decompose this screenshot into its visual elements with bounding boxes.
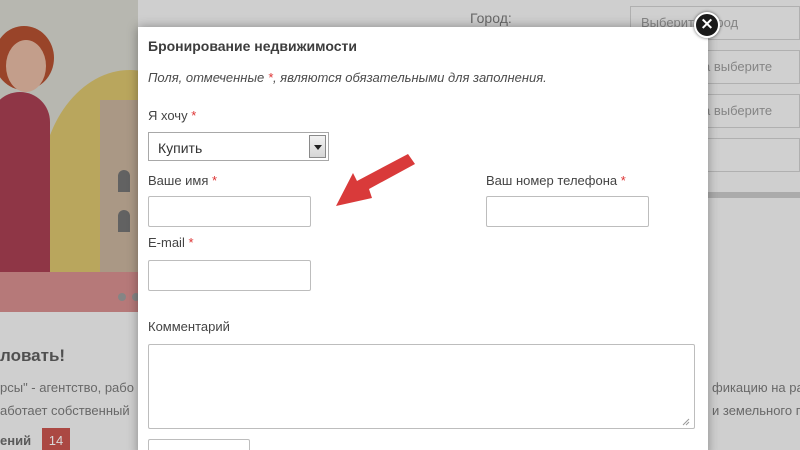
want-select-value: Купить: [158, 140, 203, 156]
required-star: *: [620, 173, 626, 188]
email-label: E-mail *: [148, 235, 194, 250]
email-label-text: E-mail: [148, 235, 185, 250]
email-input[interactable]: [148, 260, 311, 291]
resize-grip-icon[interactable]: [682, 418, 690, 426]
required-note-text: , являются обязательными для заполнения.: [272, 70, 547, 85]
close-icon[interactable]: ×: [694, 12, 720, 38]
phone-input[interactable]: [486, 196, 649, 227]
submit-button[interactable]: [148, 439, 250, 450]
pointer-arrow-icon: [336, 154, 415, 206]
phone-label: Ваш номер телефона *: [486, 173, 626, 188]
required-star: *: [212, 173, 218, 188]
phone-label-text: Ваш номер телефона: [486, 173, 618, 188]
want-label: Я хочу *: [148, 108, 196, 123]
want-label-text: Я хочу: [148, 108, 188, 123]
booking-modal: Бронирование недвижимости Поля, отмеченн…: [138, 27, 708, 450]
comment-label: Комментарий: [148, 319, 230, 334]
comment-textarea[interactable]: [148, 344, 695, 429]
name-label: Ваше имя *: [148, 173, 217, 188]
name-input[interactable]: [148, 196, 311, 227]
modal-title: Бронирование недвижимости: [148, 38, 357, 54]
want-select[interactable]: Купить: [148, 132, 329, 161]
required-note: Поля, отмеченные *, являются обязательны…: [148, 70, 547, 85]
required-star: *: [188, 235, 194, 250]
name-label-text: Ваше имя: [148, 173, 209, 188]
required-note-text: Поля, отмеченные: [148, 70, 268, 85]
required-star: *: [191, 108, 197, 123]
